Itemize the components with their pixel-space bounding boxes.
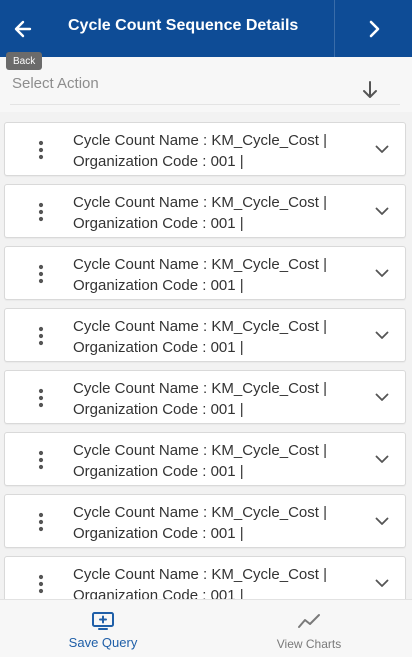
- record-line-2: Organization Code : 001 |: [73, 587, 244, 599]
- more-options-button[interactable]: [31, 385, 51, 411]
- arrow-left-icon: [14, 20, 32, 37]
- back-tooltip: Back: [6, 52, 43, 70]
- kebab-menu-icon: [38, 202, 44, 222]
- bottom-toolbar: Save Query View Charts: [0, 599, 412, 657]
- expand-button[interactable]: [373, 512, 391, 530]
- sort-button[interactable]: [356, 77, 384, 103]
- view-charts-button[interactable]: View Charts: [206, 600, 412, 657]
- record-line-2: Organization Code : 001 |: [73, 463, 244, 480]
- record-summary: Cycle Count Name : KM_Cycle_Cost | Organi…: [73, 316, 363, 358]
- record-line-1: Cycle Count Name : KM_Cycle_Cost |: [73, 318, 327, 335]
- chevron-down-icon: [375, 517, 389, 525]
- expand-button[interactable]: [373, 326, 391, 344]
- record-line-2: Organization Code : 001 |: [73, 215, 244, 232]
- record-line-1: Cycle Count Name : KM_Cycle_Cost |: [73, 504, 327, 521]
- expand-button[interactable]: [373, 574, 391, 592]
- expand-button[interactable]: [373, 202, 391, 220]
- chevron-down-icon: [375, 207, 389, 215]
- more-options-button[interactable]: [31, 447, 51, 473]
- record-line-1: Cycle Count Name : KM_Cycle_Cost |: [73, 566, 327, 583]
- more-options-button[interactable]: [31, 261, 51, 287]
- record-line-1: Cycle Count Name : KM_Cycle_Cost |: [73, 132, 327, 149]
- record-line-2: Organization Code : 001 |: [73, 525, 244, 542]
- chevron-down-icon: [375, 145, 389, 153]
- kebab-menu-icon: [38, 326, 44, 346]
- record-line-1: Cycle Count Name : KM_Cycle_Cost |: [73, 256, 327, 273]
- view-charts-label: View Charts: [276, 637, 342, 651]
- record-card[interactable]: Cycle Count Name : KM_Cycle_Cost | Organi…: [4, 494, 406, 548]
- record-line-2: Organization Code : 001 |: [73, 277, 244, 294]
- kebab-menu-icon: [38, 512, 44, 532]
- record-card[interactable]: Cycle Count Name : KM_Cycle_Cost | Organi…: [4, 308, 406, 362]
- save-query-label: Save Query: [68, 635, 138, 650]
- record-line-1: Cycle Count Name : KM_Cycle_Cost |: [73, 194, 327, 211]
- more-options-button[interactable]: [31, 509, 51, 535]
- more-options-button[interactable]: [31, 199, 51, 225]
- record-line-2: Organization Code : 001 |: [73, 401, 244, 418]
- kebab-menu-icon: [38, 140, 44, 160]
- record-card[interactable]: Cycle Count Name : KM_Cycle_Cost | Organi…: [4, 432, 406, 486]
- app-header: Cycle Count Sequence Details: [0, 0, 412, 57]
- record-summary: Cycle Count Name : KM_Cycle_Cost | Organi…: [73, 192, 363, 234]
- expand-button[interactable]: [373, 264, 391, 282]
- chevron-down-icon: [375, 331, 389, 339]
- record-list: Cycle Count Name : KM_Cycle_Cost | Organi…: [0, 112, 412, 599]
- next-button[interactable]: [334, 0, 412, 57]
- record-card[interactable]: Cycle Count Name : KM_Cycle_Cost | Organi…: [4, 246, 406, 300]
- chevron-down-icon: [375, 455, 389, 463]
- record-summary: Cycle Count Name : KM_Cycle_Cost | Organi…: [73, 130, 363, 172]
- kebab-menu-icon: [38, 574, 44, 594]
- chevron-down-icon: [375, 393, 389, 401]
- monitor-plus-icon: [92, 612, 114, 630]
- record-summary: Cycle Count Name : KM_Cycle_Cost | Organi…: [73, 254, 363, 296]
- back-button[interactable]: [0, 0, 46, 57]
- arrow-down-icon: [363, 81, 377, 98]
- record-summary: Cycle Count Name : KM_Cycle_Cost | Organi…: [73, 502, 363, 544]
- chevron-down-icon: [375, 269, 389, 277]
- record-card[interactable]: Cycle Count Name : KM_Cycle_Cost | Organi…: [4, 556, 406, 599]
- select-action-dropdown[interactable]: Select Action: [12, 75, 99, 92]
- record-line-1: Cycle Count Name : KM_Cycle_Cost |: [73, 442, 327, 459]
- record-line-2: Organization Code : 001 |: [73, 153, 244, 170]
- record-card[interactable]: Cycle Count Name : KM_Cycle_Cost | Organi…: [4, 122, 406, 176]
- page-title: Cycle Count Sequence Details: [68, 17, 299, 34]
- more-options-button[interactable]: [31, 323, 51, 349]
- record-summary: Cycle Count Name : KM_Cycle_Cost | Organi…: [73, 564, 363, 599]
- action-bar: Select Action: [0, 57, 412, 112]
- trend-line-icon: [298, 614, 320, 628]
- record-card[interactable]: Cycle Count Name : KM_Cycle_Cost | Organi…: [4, 370, 406, 424]
- action-underline: [10, 104, 400, 105]
- more-options-button[interactable]: [31, 137, 51, 163]
- chevron-right-icon: [369, 20, 379, 37]
- expand-button[interactable]: [373, 388, 391, 406]
- chevron-down-icon: [375, 579, 389, 587]
- record-card[interactable]: Cycle Count Name : KM_Cycle_Cost | Organi…: [4, 184, 406, 238]
- kebab-menu-icon: [38, 450, 44, 470]
- expand-button[interactable]: [373, 140, 391, 158]
- kebab-menu-icon: [38, 264, 44, 284]
- more-options-button[interactable]: [31, 571, 51, 597]
- kebab-menu-icon: [38, 388, 44, 408]
- record-summary: Cycle Count Name : KM_Cycle_Cost | Organi…: [73, 440, 363, 482]
- record-line-1: Cycle Count Name : KM_Cycle_Cost |: [73, 380, 327, 397]
- record-line-2: Organization Code : 001 |: [73, 339, 244, 356]
- expand-button[interactable]: [373, 450, 391, 468]
- record-summary: Cycle Count Name : KM_Cycle_Cost | Organi…: [73, 378, 363, 420]
- save-query-button[interactable]: Save Query: [0, 600, 206, 657]
